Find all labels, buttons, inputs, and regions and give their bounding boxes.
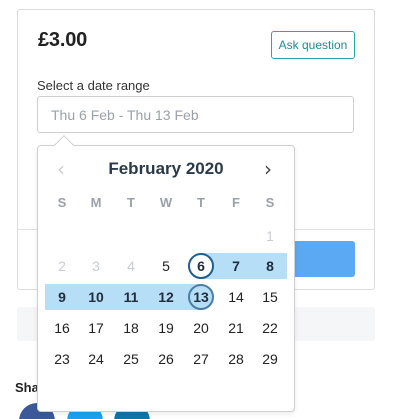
calendar-day: 1 xyxy=(266,228,274,244)
calendar-day[interactable]: 9 xyxy=(45,284,79,310)
date-picker-popup: ‹ February 2020 › S M T W T F S 1 2 3 4 5 6 7 8 9 10 11 12… xyxy=(37,135,295,412)
calendar-day[interactable]: 22 xyxy=(253,315,287,341)
calendar-day[interactable]: 7 xyxy=(219,253,253,279)
calendar-day[interactable]: 11 xyxy=(114,284,148,310)
calendar-day: 3 xyxy=(92,258,100,274)
calendar-day[interactable]: 13 xyxy=(184,284,218,310)
ask-question-button[interactable]: Ask question xyxy=(271,31,355,59)
calendar-day[interactable]: 15 xyxy=(253,284,287,310)
calendar-day[interactable]: 10 xyxy=(79,284,113,310)
date-range-input[interactable]: Thu 6 Feb - Thu 13 Feb xyxy=(37,96,354,133)
weekday-label: F xyxy=(232,195,240,210)
calendar-day[interactable]: 16 xyxy=(45,315,79,341)
calendar-day[interactable]: 14 xyxy=(219,284,253,310)
calendar-day[interactable]: 24 xyxy=(79,346,113,372)
weekday-label: T xyxy=(127,195,135,210)
calendar-day[interactable]: 19 xyxy=(149,315,183,341)
calendar-day[interactable]: 12 xyxy=(149,284,183,310)
calendar-day[interactable]: 25 xyxy=(114,346,148,372)
weekday-label: S xyxy=(57,195,67,210)
calendar-day[interactable]: 8 xyxy=(253,253,287,279)
weekday-label: T xyxy=(197,195,205,210)
calendar-day[interactable]: 18 xyxy=(114,315,148,341)
weekday-label: M xyxy=(90,195,102,210)
calendar-day[interactable]: 23 xyxy=(45,346,79,372)
weekday-label: W xyxy=(159,195,173,210)
calendar-day[interactable]: 17 xyxy=(79,315,113,341)
calendar-day[interactable]: 29 xyxy=(253,346,287,372)
calendar-day[interactable]: 20 xyxy=(184,315,218,341)
date-range-label: Select a date range xyxy=(37,78,150,93)
calendar-day[interactable]: 21 xyxy=(219,315,253,341)
price: £3.00 xyxy=(38,29,88,51)
weekday-label: S xyxy=(265,195,275,210)
calendar-day[interactable]: 6 xyxy=(184,253,218,279)
calendar-day[interactable]: 27 xyxy=(184,346,218,372)
calendar-day: 4 xyxy=(127,258,135,274)
calendar-grid: S M T W T F S 1 2 3 4 5 6 7 8 9 10 11 12 13 14 15 16 17 18 19 20 21… xyxy=(38,146,294,411)
calendar-day[interactable]: 28 xyxy=(219,346,253,372)
calendar-day[interactable]: 5 xyxy=(149,253,183,279)
calendar-day[interactable]: 26 xyxy=(149,346,183,372)
calendar-day: 2 xyxy=(58,258,66,274)
